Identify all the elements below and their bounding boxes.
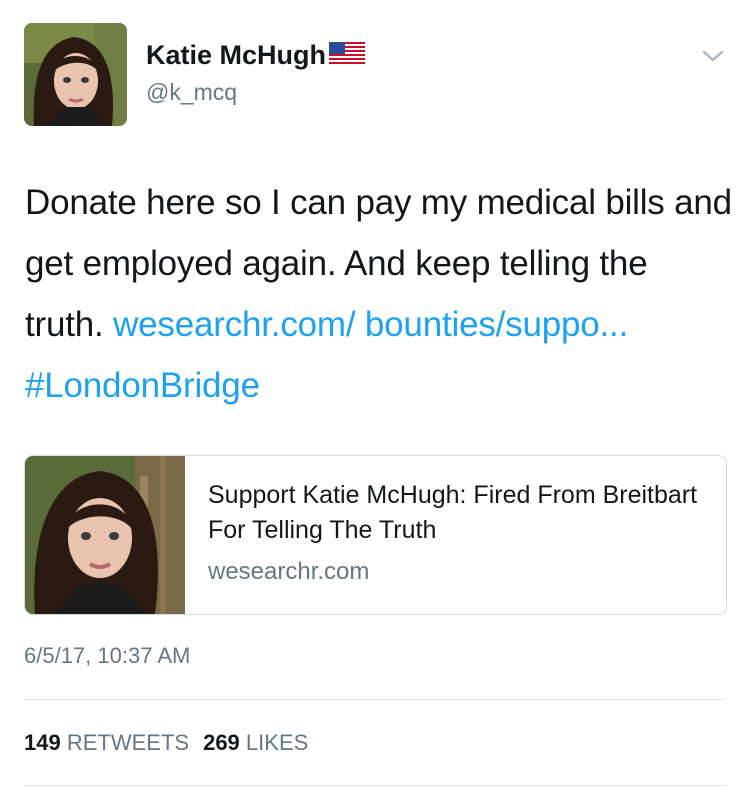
retweets-stat[interactable]: 149 RETWEETS bbox=[24, 730, 189, 755]
tweet-stats: 149 RETWEETS 269 LIKES bbox=[24, 730, 308, 756]
chevron-down-icon[interactable] bbox=[700, 46, 726, 66]
user-handle[interactable]: @k_mcq bbox=[146, 79, 237, 106]
card-domain: wesearchr.com bbox=[208, 558, 370, 585]
retweets-label: RETWEETS bbox=[66, 730, 190, 755]
card-thumbnail bbox=[25, 456, 185, 614]
tweet-timestamp[interactable]: 6/5/17, 10:37 AM bbox=[24, 643, 190, 669]
profile-photo bbox=[24, 23, 127, 126]
tweet-link[interactable]: wesearchr.com/ bounties/suppo... bbox=[113, 305, 628, 344]
divider-bottom bbox=[24, 785, 726, 786]
retweets-count: 149 bbox=[24, 730, 61, 755]
avatar[interactable] bbox=[24, 23, 127, 126]
card-title: Support Katie McHugh: Fired From Breitba… bbox=[208, 481, 698, 544]
likes-count: 269 bbox=[203, 730, 240, 755]
likes-label: LIKES bbox=[245, 730, 309, 755]
hashtag-link[interactable]: #LondonBridge bbox=[25, 366, 260, 405]
likes-stat[interactable]: 269 LIKES bbox=[203, 730, 308, 755]
tweet-text: Donate here so I can pay my medical bill… bbox=[25, 172, 735, 416]
us-flag-icon bbox=[329, 42, 366, 73]
display-name-text: Katie McHugh bbox=[146, 40, 327, 70]
display-name[interactable]: Katie McHugh bbox=[146, 40, 366, 73]
link-preview-card[interactable]: Support Katie McHugh: Fired From Breitba… bbox=[24, 455, 727, 615]
divider-top bbox=[24, 699, 726, 700]
